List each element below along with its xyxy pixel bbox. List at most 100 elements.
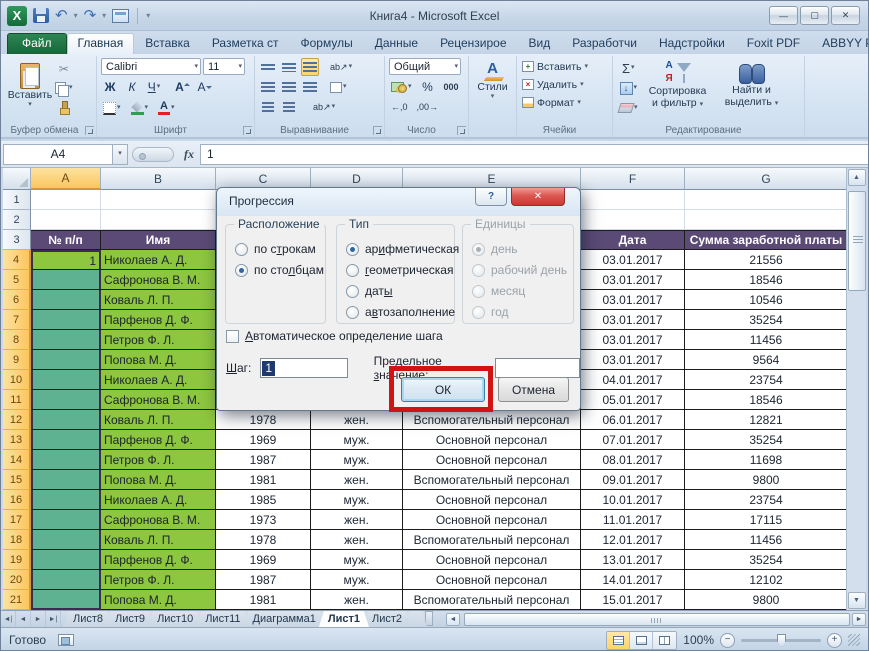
row-header-20[interactable]: 20 (3, 570, 31, 590)
redo-icon[interactable]: ↷ (84, 9, 97, 23)
cell-year[interactable]: 1985 (216, 490, 311, 510)
cell-number[interactable] (31, 370, 101, 390)
wrap-text-button[interactable]: ab↗▾ (311, 98, 337, 116)
cell-name[interactable]: Попова М. Д. (101, 350, 216, 370)
cell-salary[interactable]: 11456 (685, 530, 848, 550)
cell-date[interactable]: 03.01.2017 (581, 350, 685, 370)
vertical-scroll-thumb[interactable] (848, 191, 866, 291)
cell-gender[interactable]: муж. (311, 550, 403, 570)
cell-salary[interactable]: 35254 (685, 430, 848, 450)
clear-button[interactable]: ▾ (617, 99, 640, 117)
tab-page-layout[interactable]: Разметка ст (201, 33, 290, 54)
clipboard-dialog-launcher-icon[interactable] (85, 126, 94, 135)
scroll-up-icon[interactable]: ▲ (848, 169, 866, 186)
vertical-scrollbar[interactable]: ▲ ▼ (846, 168, 866, 610)
cell-number[interactable] (31, 310, 101, 330)
cell-name[interactable]: Попова М. Д. (101, 470, 216, 490)
sheet-tab-Лист10[interactable]: Лист10 (148, 611, 202, 627)
zoom-out-icon[interactable]: − (720, 633, 735, 648)
tab-file[interactable]: Файл (7, 33, 67, 54)
row-header-2[interactable]: 2 (3, 210, 31, 230)
cell-type[interactable]: Основной персонал (403, 570, 581, 590)
cell-date[interactable]: 03.01.2017 (581, 270, 685, 290)
undo-icon[interactable]: ↶ (55, 9, 68, 23)
row-header-6[interactable]: 6 (3, 290, 31, 310)
cell-date[interactable]: 13.01.2017 (581, 550, 685, 570)
cell-salary[interactable]: 23754 (685, 490, 848, 510)
cell-gender[interactable]: жен. (311, 510, 403, 530)
cell-number[interactable] (31, 410, 101, 430)
resize-grip[interactable] (848, 634, 860, 646)
decrease-decimal-button[interactable]: ,00→ (415, 98, 441, 116)
tab-splitter[interactable] (425, 611, 433, 626)
cut-button[interactable]: ✂ (53, 60, 75, 78)
cell-gender[interactable]: муж. (311, 570, 403, 590)
find-select-button[interactable]: Найти и выделить ▾ (716, 58, 788, 122)
cell-name[interactable]: Парфенов Д. Ф. (101, 430, 216, 450)
row-header-15[interactable]: 15 (3, 470, 31, 490)
fill-button[interactable]: ↓▾ (617, 79, 640, 97)
row-header-7[interactable]: 7 (3, 310, 31, 330)
column-header-B[interactable]: B (101, 168, 216, 190)
decrease-indent-button[interactable] (259, 98, 277, 116)
cell-number[interactable]: 1 (31, 250, 101, 270)
tab-foxit[interactable]: Foxit PDF (736, 33, 811, 54)
radio-option[interactable]: арифметическая (346, 242, 459, 256)
normal-view-button[interactable] (607, 632, 630, 649)
cell-salary[interactable]: 11698 (685, 450, 848, 470)
align-right-button[interactable] (301, 78, 319, 96)
row-header-1[interactable]: 1 (3, 190, 31, 210)
number-dialog-launcher-icon[interactable] (457, 126, 466, 135)
cell-date[interactable]: 10.01.2017 (581, 490, 685, 510)
minimize-button[interactable]: — (769, 6, 798, 25)
grow-font-button[interactable]: А (173, 78, 191, 96)
paste-button[interactable]: Вставить ▾ (7, 58, 53, 122)
zoom-slider-thumb[interactable] (777, 634, 786, 647)
scroll-down-icon[interactable]: ▼ (848, 592, 866, 609)
cell-name-header[interactable]: Имя (101, 230, 216, 250)
next-sheet-icon[interactable]: ► (31, 611, 46, 627)
dialog-close-button[interactable]: ✕ (511, 188, 565, 206)
cell[interactable] (581, 210, 685, 230)
cell-salary[interactable]: 11456 (685, 330, 848, 350)
cell-name[interactable]: Коваль Л. П. (101, 290, 216, 310)
cell-gender[interactable]: муж. (311, 450, 403, 470)
cell-date-header[interactable]: Дата (581, 230, 685, 250)
cell-type[interactable]: Основной персонал (403, 450, 581, 470)
first-sheet-icon[interactable]: ◄| (1, 611, 16, 627)
cell-number[interactable] (31, 390, 101, 410)
macro-record-icon[interactable] (58, 634, 74, 646)
cell-salary[interactable]: 35254 (685, 550, 848, 570)
cell-year[interactable]: 1969 (216, 430, 311, 450)
cell-type[interactable]: Вспомогательный персонал (403, 530, 581, 550)
auto-step-checkbox[interactable]: Автоматическое определение шага (226, 329, 443, 343)
name-box-dropdown-icon[interactable]: ▾ (113, 144, 128, 165)
qat-customize-icon[interactable]: ▾ (146, 11, 150, 20)
cell-number[interactable] (31, 550, 101, 570)
cell-salary[interactable]: 18546 (685, 390, 848, 410)
comma-style-button[interactable]: 000 (442, 78, 461, 96)
align-left-button[interactable] (259, 78, 277, 96)
cell-year[interactable]: 1978 (216, 530, 311, 550)
radio-icon[interactable] (346, 306, 359, 319)
tab-abbyy[interactable]: ABBYY PDF T (811, 33, 869, 54)
increase-indent-button[interactable] (280, 98, 298, 116)
hscroll-left-icon[interactable]: ◄ (446, 613, 460, 626)
cell-salary[interactable]: 17115 (685, 510, 848, 530)
cell[interactable] (581, 190, 685, 210)
cell-date[interactable]: 03.01.2017 (581, 310, 685, 330)
formula-bar-handle[interactable] (132, 147, 174, 162)
font-name-select[interactable]: Calibri▾ (101, 58, 201, 75)
cell-name[interactable]: Петров Ф. Л. (101, 570, 216, 590)
cell-number[interactable] (31, 570, 101, 590)
underline-button[interactable]: Ч▾ (145, 78, 163, 96)
cell-salary[interactable]: 9800 (685, 470, 848, 490)
cell-number[interactable] (31, 330, 101, 350)
column-header-F[interactable]: F (581, 168, 685, 190)
fill-color-button[interactable]: ▾ (129, 99, 151, 117)
align-center-button[interactable] (280, 78, 298, 96)
cell[interactable] (685, 210, 848, 230)
percent-style-button[interactable]: % (419, 78, 437, 96)
font-size-select[interactable]: 11▾ (203, 58, 245, 75)
cell-name[interactable]: Петров Ф. Л. (101, 450, 216, 470)
